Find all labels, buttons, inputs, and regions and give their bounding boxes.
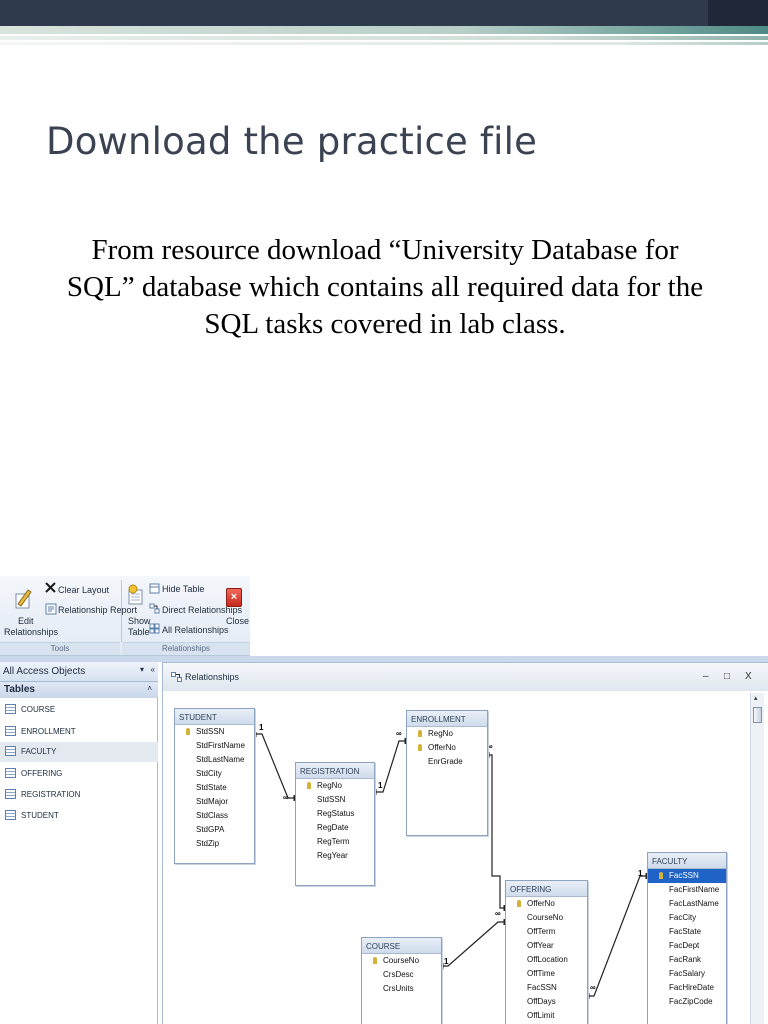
table-enrollment-header[interactable]: ENROLLMENT — [407, 711, 487, 727]
field-faculty-facssn[interactable]: FacSSN — [648, 869, 726, 883]
field-faculty-city[interactable]: FacCity — [648, 911, 726, 925]
relationship-line-course-offering — [442, 921, 505, 967]
slide-top-bar-accent — [708, 0, 768, 26]
field-faculty-first-name[interactable]: FacFirstName — [648, 883, 726, 897]
table-faculty[interactable]: FACULTY FacSSN FacFirstName FacLastName … — [647, 852, 727, 1024]
field-offering-year[interactable]: OffYear — [506, 939, 587, 953]
slide-body-text: From resource download “University Datab… — [66, 234, 704, 340]
field-offering-courseno[interactable]: CourseNo — [506, 911, 587, 925]
cardinality-one: 1 — [378, 781, 383, 790]
field-registration-stdssn[interactable]: StdSSN — [296, 793, 374, 807]
field-faculty-rank[interactable]: FacRank — [648, 953, 726, 967]
field-faculty-last-name[interactable]: FacLastName — [648, 897, 726, 911]
field-offering-time[interactable]: OffTime — [506, 967, 587, 981]
field-registration-term[interactable]: RegTerm — [296, 835, 374, 849]
cardinality-many: ∞ — [495, 909, 501, 918]
field-faculty-dept[interactable]: FacDept — [648, 939, 726, 953]
field-faculty-salary[interactable]: FacSalary — [648, 967, 726, 981]
table-course-header[interactable]: COURSE — [362, 938, 441, 954]
access-screenshot: Edit Relationships Clear Layout Relation… — [0, 576, 768, 1024]
table-enrollment[interactable]: ENROLLMENT RegNo OfferNo EnrGrade — [406, 710, 488, 836]
slide-top-bar — [0, 0, 768, 26]
field-course-courseno[interactable]: CourseNo — [362, 954, 441, 968]
field-course-desc[interactable]: CrsDesc — [362, 968, 441, 982]
table-offering-header[interactable]: OFFERING — [506, 881, 587, 897]
table-student-header[interactable]: STUDENT — [175, 709, 254, 725]
field-offering-days[interactable]: OffDays — [506, 995, 587, 1009]
slide-divider-line — [0, 42, 768, 45]
field-faculty-state[interactable]: FacState — [648, 925, 726, 939]
relationship-line-student-registration — [255, 733, 295, 799]
field-faculty-hire-date[interactable]: FacHireDate — [648, 981, 726, 995]
table-student[interactable]: STUDENT StdSSN StdFirstName StdLastName … — [174, 708, 255, 864]
field-student-city[interactable]: StdCity — [175, 767, 254, 781]
field-student-class[interactable]: StdClass — [175, 809, 254, 823]
cardinality-one: 1 — [444, 957, 449, 966]
field-offering-facssn[interactable]: FacSSN — [506, 981, 587, 995]
slide-divider-line — [0, 26, 768, 34]
field-student-ssn[interactable]: StdSSN — [175, 725, 254, 739]
table-registration-header[interactable]: REGISTRATION — [296, 763, 374, 779]
cardinality-one: 1 — [259, 723, 264, 732]
cardinality-many: ∞ — [396, 729, 402, 738]
field-course-units[interactable]: CrsUnits — [362, 982, 441, 996]
field-registration-regno[interactable]: RegNo — [296, 779, 374, 793]
field-student-zip[interactable]: StdZip — [175, 837, 254, 851]
field-offering-location[interactable]: OffLocation — [506, 953, 587, 967]
field-student-first-name[interactable]: StdFirstName — [175, 739, 254, 753]
field-student-state[interactable]: StdState — [175, 781, 254, 795]
field-offering-term[interactable]: OffTerm — [506, 925, 587, 939]
field-faculty-zip-code[interactable]: FacZipCode — [648, 995, 726, 1009]
field-enrollment-grade[interactable]: EnrGrade — [407, 755, 487, 769]
slide-divider-line — [0, 36, 768, 40]
field-registration-status[interactable]: RegStatus — [296, 807, 374, 821]
field-offering-offerno[interactable]: OfferNo — [506, 897, 587, 911]
field-student-last-name[interactable]: StdLastName — [175, 753, 254, 767]
relationship-line-enrollment-offering — [488, 754, 505, 909]
slide-title: Download the practice file — [46, 120, 538, 163]
field-student-gpa[interactable]: StdGPA — [175, 823, 254, 837]
field-registration-date[interactable]: RegDate — [296, 821, 374, 835]
table-offering[interactable]: OFFERING OfferNo CourseNo OffTerm OffYea… — [505, 880, 588, 1024]
field-offering-limit[interactable]: OffLimit — [506, 1009, 587, 1023]
relationship-line-faculty-offering — [588, 875, 647, 997]
cardinality-many: ∞ — [590, 983, 596, 992]
field-enrollment-regno[interactable]: RegNo — [407, 727, 487, 741]
table-course[interactable]: COURSE CourseNo CrsDesc CrsUnits — [361, 937, 442, 1024]
cardinality-many: ∞ — [283, 793, 289, 802]
field-enrollment-offerno[interactable]: OfferNo — [407, 741, 487, 755]
field-registration-year[interactable]: RegYear — [296, 849, 374, 863]
table-faculty-header[interactable]: FACULTY — [648, 853, 726, 869]
field-student-major[interactable]: StdMajor — [175, 795, 254, 809]
table-registration[interactable]: REGISTRATION RegNo StdSSN RegStatus RegD… — [295, 762, 375, 886]
cardinality-one: 1 — [638, 869, 643, 878]
